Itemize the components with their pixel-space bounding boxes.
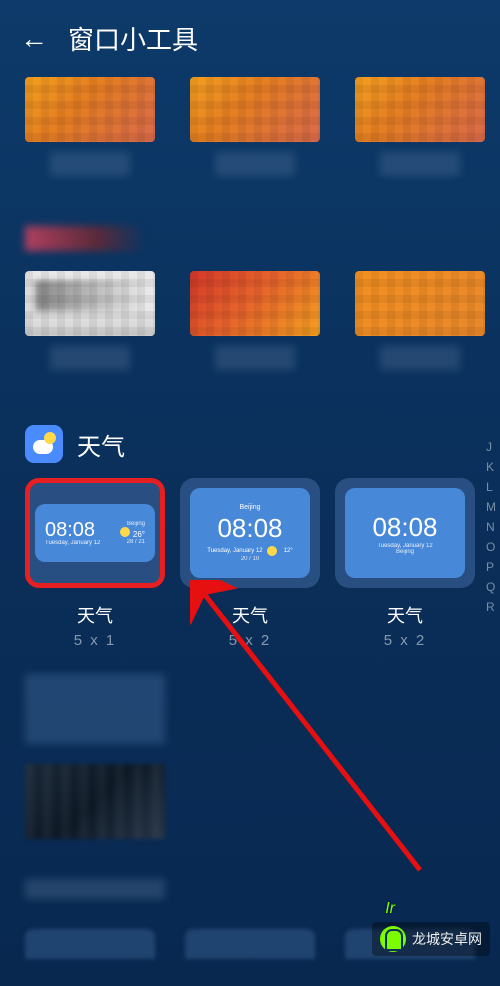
index-letter[interactable]: Q (486, 580, 496, 594)
android-icon (380, 926, 406, 952)
blurred-widget[interactable] (190, 271, 320, 370)
widget-preview: Beijing 08:08 Tuesday, January 12 12° 20… (180, 478, 320, 588)
back-icon[interactable]: ← (20, 23, 48, 55)
widget-location: Beijing (239, 504, 260, 511)
weather-widget-row: 08:08 Tuesday, January 12 Beijing 26° 28… (0, 478, 500, 649)
blurred-widget[interactable] (25, 764, 165, 839)
weather-widget-preview: 08:08 Tuesday, January 12 Beijing (345, 488, 465, 578)
widget-label: 天气 (232, 602, 268, 628)
widget-label: 天气 (77, 602, 113, 628)
index-letter[interactable]: R (486, 600, 496, 614)
index-letter[interactable]: K (486, 460, 496, 474)
blurred-row-1 (0, 67, 500, 206)
index-letter[interactable]: N (486, 520, 496, 534)
weather-app-icon (25, 425, 63, 463)
blurred-widget[interactable] (185, 929, 315, 959)
header: ← 窗口小工具 (0, 0, 500, 67)
alphabet-index[interactable]: J K L M N O P Q R (486, 440, 496, 614)
widget-preview: 08:08 Tuesday, January 12 Beijing (335, 478, 475, 588)
index-letter[interactable]: M (486, 500, 496, 514)
widget-temp: 12° (284, 548, 293, 554)
widget-time: 08:08 (45, 520, 120, 540)
widget-range: 20 / 10 (241, 556, 259, 562)
widget-item-5x1[interactable]: 08:08 Tuesday, January 12 Beijing 26° 28… (25, 478, 165, 649)
widget-date: Tuesday, January 12 (45, 540, 120, 546)
blurred-widget[interactable] (25, 674, 165, 744)
watermark: 龙城安卓网 (372, 922, 490, 956)
blurred-widget[interactable] (355, 77, 485, 176)
index-letter[interactable]: P (486, 560, 496, 574)
weather-section-header: 天气 (0, 400, 500, 478)
widget-location: Beijing (396, 549, 414, 555)
annotation-text: Ir (385, 900, 395, 918)
section-title: 天气 (77, 427, 125, 462)
blurred-section-bottom (0, 649, 500, 924)
sun-icon (267, 546, 277, 556)
blurred-row-2 (0, 261, 500, 400)
page-title: 窗口小工具 (68, 20, 198, 57)
widget-time: 08:08 (217, 513, 282, 544)
weather-widget-preview: Beijing 08:08 Tuesday, January 12 12° 20… (190, 488, 310, 578)
widget-date: Tuesday, January 12 (207, 548, 262, 554)
blurred-widget[interactable] (355, 271, 485, 370)
widget-item-5x2b[interactable]: 08:08 Tuesday, January 12 Beijing 天气 5 x… (335, 478, 475, 649)
watermark-text: 龙城安卓网 (412, 929, 482, 949)
blurred-widget[interactable] (25, 271, 155, 370)
weather-widget-preview: 08:08 Tuesday, January 12 Beijing 26° 28… (35, 504, 155, 562)
widget-item-5x2[interactable]: Beijing 08:08 Tuesday, January 12 12° 20… (180, 478, 320, 649)
sun-icon (120, 527, 130, 537)
widget-size: 5 x 1 (74, 632, 117, 649)
widget-label: 天气 (387, 602, 423, 628)
blurred-widget[interactable] (190, 77, 320, 176)
widget-range: 28 / 21 (127, 539, 145, 545)
index-letter[interactable]: O (486, 540, 496, 554)
widget-size: 5 x 2 (384, 632, 427, 649)
index-letter[interactable]: L (486, 480, 496, 494)
widget-temp: 26° (133, 530, 145, 539)
index-letter[interactable]: J (486, 440, 496, 454)
blurred-widget[interactable] (25, 929, 155, 959)
widget-size: 5 x 2 (229, 632, 272, 649)
blurred-label (25, 879, 165, 899)
widget-preview-highlighted: 08:08 Tuesday, January 12 Beijing 26° 28… (25, 478, 165, 588)
blurred-widget[interactable] (25, 77, 155, 176)
widget-time: 08:08 (372, 512, 437, 543)
widget-location: Beijing (127, 521, 145, 527)
blurred-section-header (25, 226, 145, 251)
